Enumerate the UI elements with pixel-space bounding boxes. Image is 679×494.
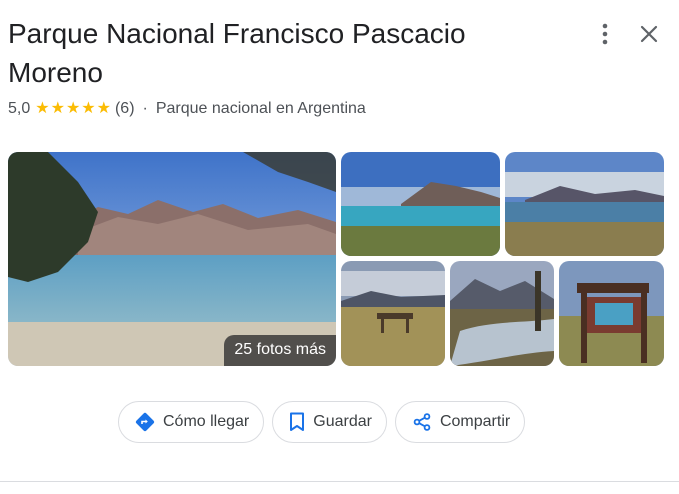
photo-lake-island[interactable] (341, 152, 500, 256)
save-button[interactable]: Guardar (272, 401, 387, 443)
review-count[interactable]: (6) (115, 100, 135, 118)
photo-info-sign[interactable] (559, 261, 664, 366)
meta-separator: · (142, 100, 148, 117)
star-icon: ★ (81, 100, 96, 117)
bookmark-icon (289, 412, 305, 432)
rating-value: 5,0 (8, 100, 31, 117)
place-meta: 5,0 ★ ★ ★ ★ ★ (6) · Parque nacional en A… (8, 100, 366, 118)
place-title: Parque Nacional Francisco Pascacio Moren… (8, 18, 466, 88)
close-icon[interactable] (635, 20, 663, 48)
rating-stars: ★ ★ ★ ★ ★ (35, 101, 111, 117)
star-icon: ★ (65, 100, 81, 117)
share-icon (412, 412, 432, 432)
share-label: Compartir (439, 413, 511, 430)
more-photos-badge[interactable]: 25 fotos más (224, 335, 336, 366)
directions-label: Cómo llegar (163, 413, 250, 430)
star-icon: ★ (96, 100, 111, 117)
photo-gallery: 25 fotos más (8, 152, 664, 366)
place-category: Parque nacional en Argentina (155, 100, 366, 117)
star-icon: ★ (50, 100, 65, 117)
directions-icon (135, 412, 155, 432)
photo-lake-clouds[interactable] (505, 152, 664, 256)
directions-button[interactable]: Cómo llegar (118, 401, 265, 443)
save-label: Guardar (313, 413, 372, 430)
photo-bench-field[interactable] (341, 261, 445, 366)
divider (0, 481, 679, 482)
share-button[interactable]: Compartir (394, 401, 526, 443)
action-chips: Cómo llegar Guardar Compartir (118, 401, 526, 443)
photo-mountain-stream[interactable] (450, 261, 554, 366)
more-options-icon[interactable] (591, 20, 619, 48)
photo-main[interactable]: 25 fotos más (8, 152, 336, 366)
star-icon: ★ (35, 100, 50, 117)
top-actions (591, 20, 663, 48)
